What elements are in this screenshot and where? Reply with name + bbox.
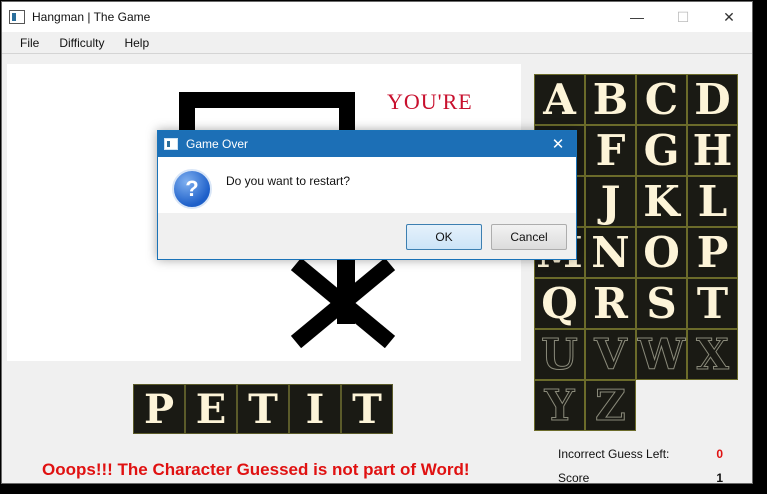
game-over-banner: YOU'RE: [387, 89, 473, 114]
letter-key-q[interactable]: Q: [534, 278, 585, 329]
letter-key-b[interactable]: B: [585, 74, 636, 125]
letter-key-n[interactable]: N: [585, 227, 636, 278]
letter-key-o[interactable]: O: [636, 227, 687, 278]
menu-help[interactable]: Help: [114, 32, 159, 54]
ok-button[interactable]: OK: [406, 224, 482, 250]
dialog-app-icon: [164, 138, 178, 150]
dialog-body: ? Do you want to restart?: [158, 157, 576, 213]
letter-key-f[interactable]: F: [585, 125, 636, 176]
letter-key-k[interactable]: K: [636, 176, 687, 227]
app-window: Hangman | The Game — ☐ ✕ File Difficulty…: [1, 1, 753, 484]
menu-bar: File Difficulty Help: [2, 32, 752, 54]
letter-key-r[interactable]: R: [585, 278, 636, 329]
maximize-button[interactable]: ☐: [660, 2, 706, 32]
letter-key-j[interactable]: J: [585, 176, 636, 227]
letter-key-c[interactable]: C: [636, 74, 687, 125]
letter-key-h[interactable]: H: [687, 125, 738, 176]
letter-key-d[interactable]: D: [687, 74, 738, 125]
letter-key-x[interactable]: X: [687, 329, 738, 380]
letter-key-v[interactable]: V: [585, 329, 636, 380]
letter-key-z[interactable]: Z: [585, 380, 636, 431]
dialog-message: Do you want to restart?: [226, 174, 351, 188]
word-display: P E T I T: [133, 384, 393, 434]
letter-key-t[interactable]: T: [687, 278, 738, 329]
close-button[interactable]: ✕: [706, 2, 752, 32]
status-message: Ooops!!! The Character Guessed is not pa…: [42, 460, 470, 479]
dialog-close-button[interactable]: ✕: [540, 131, 576, 157]
word-letter-tile: E: [185, 384, 237, 434]
question-icon: ?: [172, 169, 212, 209]
menu-file[interactable]: File: [10, 32, 49, 54]
hangman-limbs: [290, 258, 396, 348]
incorrect-guess-label: Incorrect Guess Left:: [558, 447, 670, 461]
word-letter-tile: P: [133, 384, 185, 434]
app-icon: [9, 10, 25, 24]
word-letter-tile: I: [289, 384, 341, 434]
dialog-title-bar[interactable]: Game Over ✕: [158, 131, 576, 157]
letter-key-s[interactable]: S: [636, 278, 687, 329]
letter-key-a[interactable]: A: [534, 74, 585, 125]
letter-key-u[interactable]: U: [534, 329, 585, 380]
letter-key-p[interactable]: P: [687, 227, 738, 278]
minimize-button[interactable]: —: [614, 2, 660, 32]
letter-key-l[interactable]: L: [687, 176, 738, 227]
stats-panel: Incorrect Guess Left: 0 Score 1: [558, 442, 723, 484]
letter-key-g[interactable]: G: [636, 125, 687, 176]
dialog-title: Game Over: [186, 137, 249, 151]
score-label: Score: [558, 471, 590, 484]
gallows-beam: [179, 92, 355, 108]
score-value: 1: [716, 471, 723, 484]
letter-key-w[interactable]: W: [636, 329, 687, 380]
title-bar[interactable]: Hangman | The Game — ☐ ✕: [2, 2, 752, 32]
word-letter-tile: T: [341, 384, 393, 434]
menu-difficulty[interactable]: Difficulty: [49, 32, 114, 54]
cancel-button[interactable]: Cancel: [491, 224, 567, 250]
letter-key-y[interactable]: Y: [534, 380, 585, 431]
incorrect-guess-value: 0: [716, 447, 723, 461]
window-title: Hangman | The Game: [32, 10, 151, 24]
word-letter-tile: T: [237, 384, 289, 434]
game-over-dialog: Game Over ✕ ? Do you want to restart? OK…: [157, 130, 577, 260]
